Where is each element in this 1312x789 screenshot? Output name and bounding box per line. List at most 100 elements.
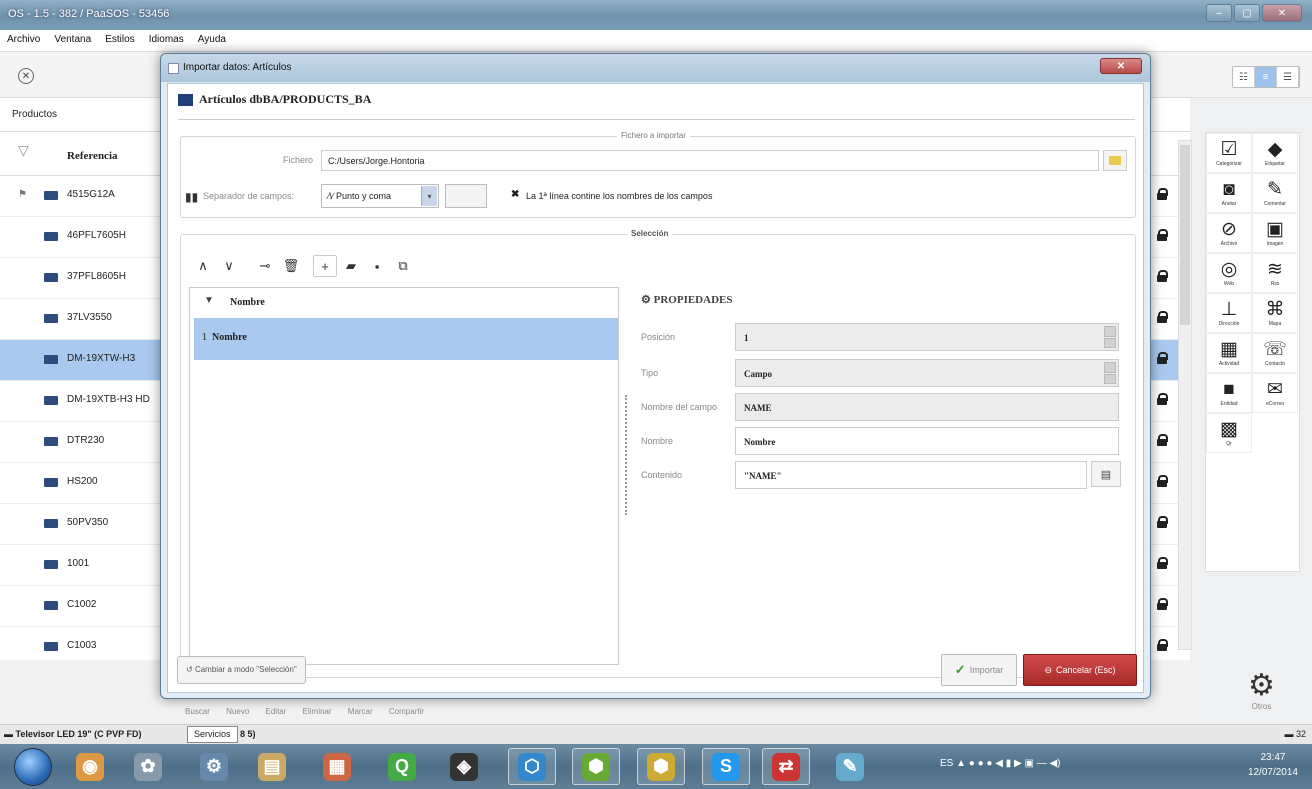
panel-action-tag[interactable]: ◆ Etiquetar	[1252, 133, 1298, 173]
scrollbar-thumb[interactable]	[1180, 145, 1190, 325]
panel-action-email[interactable]: ✉ eCorreo	[1252, 373, 1298, 413]
panel-action-contact[interactable]: ☏ Contacto	[1252, 333, 1298, 373]
separator-select[interactable]: ⁄\∕ Punto y coma ▾	[321, 184, 439, 208]
menu-archivo[interactable]: Archivo	[0, 30, 44, 45]
taskbar-app-paint[interactable]: ✿	[124, 748, 172, 785]
view-list-icon[interactable]: ≡	[1255, 67, 1277, 87]
type-select[interactable]: Campo	[735, 359, 1119, 387]
product-reference: DM-19XTB-H3 HD	[67, 394, 150, 405]
product-reference: 37LV3550	[67, 312, 112, 323]
others-button[interactable]: ⚙ Otros	[1248, 670, 1275, 712]
panel-action-attachment[interactable]: ⊘ Archivo	[1206, 213, 1252, 253]
panel-action-comment[interactable]: ✎ Comentar	[1252, 173, 1298, 213]
taskbar-app-app-green[interactable]: ⬢	[572, 748, 620, 785]
prop-name: Nombre Nombre	[639, 427, 1129, 455]
menubar: Archivo Ventana Estilos Idiomas Ayuda	[0, 30, 1312, 52]
taskbar-app-office[interactable]: ▦	[313, 748, 361, 785]
expression-editor-icon[interactable]: ▤	[1091, 461, 1121, 487]
panel-action-address[interactable]: ⊥ Dirección	[1206, 293, 1252, 333]
panel-action-activities[interactable]: ▦ Actividad	[1206, 333, 1252, 373]
file-path-input[interactable]: C:/Users/Jorge.Hontoria	[321, 150, 1099, 171]
action-editar[interactable]: Editar	[266, 707, 287, 716]
start-button[interactable]	[14, 748, 52, 786]
qt-icon: Q	[388, 752, 416, 781]
panel-action-entities[interactable]: ■ Entidad	[1206, 373, 1252, 413]
panel-action-rss[interactable]: ≋ Rss	[1252, 253, 1298, 293]
taskbar-app-remote[interactable]: ⇄	[762, 748, 810, 785]
lock-icon	[1157, 188, 1168, 200]
menu-ayuda[interactable]: Ayuda	[191, 30, 230, 45]
move-down-icon[interactable]: ∨	[217, 255, 241, 277]
add-icon[interactable]: +	[313, 255, 337, 277]
close-view-icon[interactable]: ✕	[18, 68, 34, 84]
copy-icon[interactable]: ⧉	[391, 255, 415, 277]
list-item[interactable]: 1 Nombre	[194, 318, 618, 360]
view-switch: ☷ ≡ ☰	[1232, 66, 1300, 88]
action-buscar[interactable]: Buscar	[185, 707, 210, 716]
open-folder-icon[interactable]: ▰	[339, 255, 363, 277]
dialog-close-button[interactable]: ✕	[1100, 58, 1142, 74]
panel-action-categorize[interactable]: ☑ Categorizar	[1206, 133, 1252, 173]
taskbar-app-qt[interactable]: Q	[378, 748, 426, 785]
menu-idiomas[interactable]: Idiomas	[142, 30, 188, 45]
taskbar-app-settings[interactable]: ⚙	[190, 748, 238, 785]
move-up-icon[interactable]: ∧	[191, 255, 215, 277]
action-eliminar[interactable]: Eliminar	[303, 707, 332, 716]
field-name-input[interactable]: NAME	[735, 393, 1119, 421]
taskbar-app-app-blue[interactable]: ⬡	[508, 748, 556, 785]
panel-action-label: Rss	[1270, 281, 1280, 287]
browse-folder-button[interactable]	[1103, 150, 1127, 171]
chevron-down-icon[interactable]: ▾	[421, 186, 437, 206]
taskbar-app-files[interactable]: ▤	[248, 748, 296, 785]
content-input[interactable]: "NAME"	[735, 461, 1087, 489]
action-marcar[interactable]: Marcar	[348, 707, 373, 716]
save-icon[interactable]: ▪	[365, 255, 389, 277]
maximize-button[interactable]: ▢	[1234, 4, 1260, 22]
taskbar-app-skype[interactable]: S	[702, 748, 750, 785]
tray-language[interactable]: ES	[940, 758, 953, 769]
view-grid-icon[interactable]: ☰	[1277, 67, 1299, 87]
name-input[interactable]: Nombre	[735, 427, 1119, 455]
table-icon	[178, 93, 193, 106]
panel-action-qr[interactable]: ▩ Qr	[1206, 413, 1252, 453]
dialog-title: Importar datos: Artículos	[183, 62, 292, 73]
collapse-icon[interactable]: ⊸	[253, 255, 277, 277]
position-spinner[interactable]	[1104, 326, 1116, 348]
type-spinner[interactable]	[1104, 362, 1116, 384]
fields-list-column[interactable]: Nombre	[230, 297, 265, 308]
menu-ventana[interactable]: Ventana	[47, 30, 95, 45]
panel-action-onenote[interactable]: ◙ Anotar	[1206, 173, 1252, 213]
panel-action-label: Entidad	[1220, 401, 1238, 407]
product-reference: 46PFL7605H	[67, 230, 126, 241]
filter-icon[interactable]: ▼	[204, 295, 214, 306]
panel-action-web[interactable]: ◎ Web	[1206, 253, 1252, 293]
position-field[interactable]: 1	[735, 323, 1119, 351]
window-close-button[interactable]: ✕	[1262, 4, 1302, 22]
first-line-checkbox[interactable]: ✖	[511, 190, 521, 200]
panel-action-label: Dirección	[1218, 321, 1240, 327]
delete-icon[interactable]: 🗑︎	[279, 255, 303, 277]
menu-estilos[interactable]: Estilos	[98, 30, 138, 45]
action-nuevo[interactable]: Nuevo	[226, 707, 249, 716]
panel-splitter[interactable]	[625, 395, 627, 515]
action-compartir[interactable]: Compartir	[389, 707, 424, 716]
folder-icon	[1109, 156, 1121, 165]
panel-action-image[interactable]: ▣ Imagen	[1252, 213, 1298, 253]
clock[interactable]: 23:47 12/07/2014	[1248, 750, 1298, 780]
import-button[interactable]: ✓ Importar	[941, 654, 1017, 686]
flag-icon[interactable]: ⚑	[18, 189, 27, 200]
panel-action-map[interactable]: ⌘ Mapa	[1252, 293, 1298, 333]
switch-mode-button[interactable]: ↺ Cambiar a modo "Selección"	[177, 656, 306, 684]
office-icon: ▦	[323, 752, 351, 781]
column-referencia[interactable]: Referencia	[67, 150, 118, 162]
taskbar-app-app-yellow[interactable]: ⬢	[637, 748, 685, 785]
minimize-button[interactable]: –	[1206, 4, 1232, 22]
taskbar-app-chrome[interactable]: ◉	[66, 748, 114, 785]
custom-separator-input[interactable]	[445, 184, 487, 208]
taskbar-app-pen[interactable]: ✎	[826, 748, 874, 785]
cancel-button[interactable]: ⊖ Cancelar (Esc)	[1023, 654, 1137, 686]
filter-icon[interactable]: ▽	[18, 142, 29, 159]
table-scrollbar[interactable]	[1178, 140, 1192, 650]
view-detail-icon[interactable]: ☷	[1233, 67, 1255, 87]
taskbar-app-unity[interactable]: ◈	[440, 748, 488, 785]
